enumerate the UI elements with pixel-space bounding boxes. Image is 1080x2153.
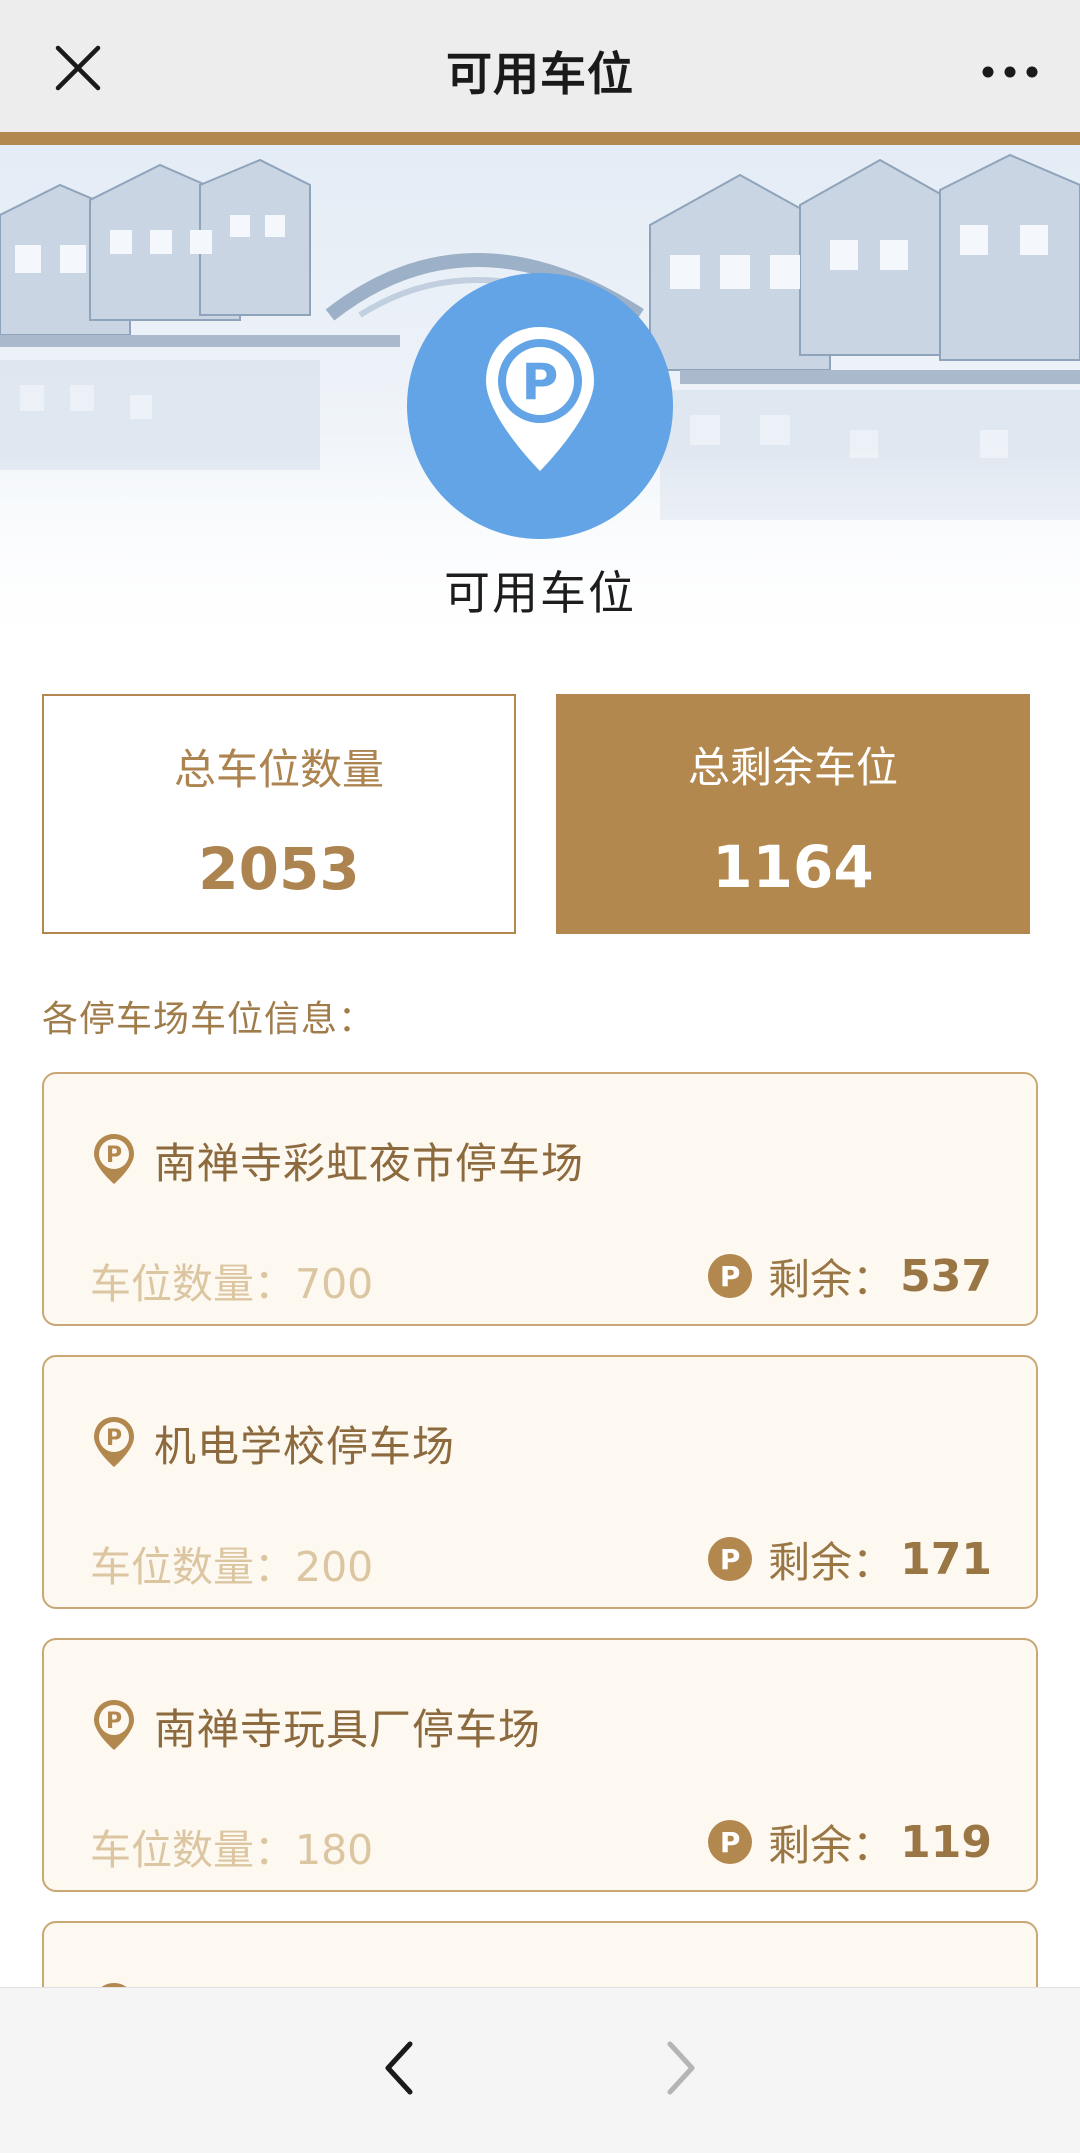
parking-lot-capacity: 车位数量：200 <box>90 1543 374 1591</box>
section-title: 各停车场车位信息： <box>42 999 376 1040</box>
remaining-spaces-label: 总剩余车位 <box>687 743 898 792</box>
parking-lot-remaining: P 剩余： 537 <box>708 1246 992 1306</box>
remaining-label: 剩余： <box>768 1820 895 1870</box>
svg-text:P: P <box>106 1143 122 1168</box>
remaining-spaces-value: 1164 <box>712 833 874 901</box>
more-icon[interactable] <box>980 52 1040 92</box>
parking-location-icon: P <box>407 273 673 539</box>
top-navigation-bar: 可用车位 <box>0 0 1080 132</box>
parking-lot-name: 南禅寺玩具厂停车场 <box>154 1705 542 1754</box>
parking-lot-card[interactable]: P 机电学校停车场 车位数量：200 P 剩余： 171 <box>42 1355 1038 1609</box>
parking-coin-icon: P <box>708 1537 753 1581</box>
total-spaces-box: 总车位数量 2053 <box>42 694 516 934</box>
bottom-toolbar <box>0 1987 1080 2153</box>
parking-lot-capacity: 车位数量：180 <box>90 1826 374 1874</box>
parking-pin-icon: P <box>94 1700 134 1750</box>
parking-coin-icon: P <box>708 1820 753 1864</box>
parking-lot-capacity: 车位数量：700 <box>90 1260 374 1308</box>
parking-lot-card[interactable]: P 南禅寺玩具厂停车场 车位数量：180 P 剩余： 119 <box>42 1638 1038 1892</box>
hero-banner: P 可用车位 <box>0 145 1080 665</box>
total-spaces-label: 总车位数量 <box>173 745 384 794</box>
parking-lot-card[interactable]: P 南禅寺彩虹夜市停车场 车位数量：700 P 剩余： 537 <box>42 1072 1038 1326</box>
svg-text:P: P <box>522 353 559 411</box>
parking-pin-icon: P <box>94 1134 134 1184</box>
remaining-label: 剩余： <box>768 1254 895 1304</box>
total-spaces-value: 2053 <box>198 835 360 903</box>
svg-text:P: P <box>106 1426 122 1451</box>
remaining-spaces-box: 总剩余车位 1164 <box>556 694 1030 934</box>
remaining-value: 171 <box>900 1533 992 1585</box>
parking-pin-icon: P <box>94 1417 134 1467</box>
page-title: 可用车位 <box>446 47 634 101</box>
back-arrow-icon[interactable] <box>380 2038 420 2098</box>
accent-divider <box>0 132 1080 145</box>
parking-lot-card-partial[interactable] <box>42 1921 1038 1987</box>
hero-label: 可用车位 <box>444 566 636 620</box>
parking-lot-name: 南禅寺彩虹夜市停车场 <box>154 1139 585 1188</box>
remaining-value: 537 <box>900 1250 992 1302</box>
svg-text:P: P <box>106 1709 122 1734</box>
parking-lot-remaining: P 剩余： 171 <box>708 1529 992 1589</box>
remaining-label: 剩余： <box>768 1537 895 1587</box>
parking-lot-remaining: P 剩余： 119 <box>708 1812 992 1872</box>
parking-lot-name: 机电学校停车场 <box>154 1422 456 1471</box>
forward-arrow-icon[interactable] <box>660 2038 700 2098</box>
remaining-value: 119 <box>900 1816 992 1868</box>
parking-lot-list: P 南禅寺彩虹夜市停车场 车位数量：700 P 剩余： 537 P 机电学校停车… <box>0 1072 1080 1987</box>
parking-coin-icon: P <box>708 1254 753 1298</box>
